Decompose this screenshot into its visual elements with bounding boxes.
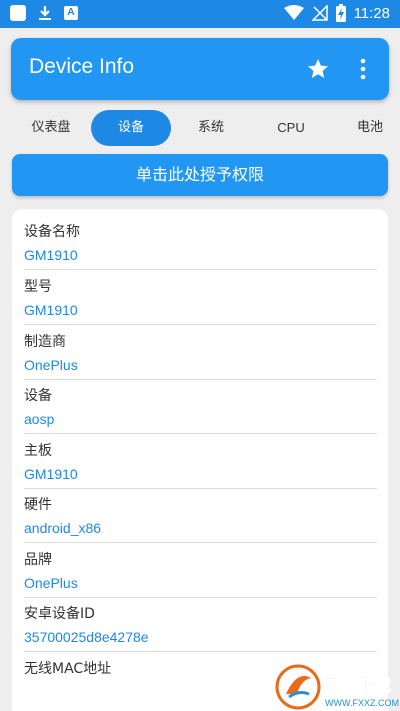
- info-label: 制造商: [24, 334, 66, 350]
- device-info-card: 设备名称 GM1910 型号 GM1910 制造商 OnePlus 设备 aos…: [12, 209, 388, 711]
- grant-permission-button[interactable]: 单击此处授予权限: [12, 154, 388, 196]
- wifi-icon: [283, 5, 304, 20]
- signal-off-icon: [311, 5, 328, 21]
- info-row-board: 主板 GM1910: [24, 434, 377, 489]
- battery-charging-icon: [335, 4, 346, 22]
- info-label: 安卓设备ID: [24, 606, 95, 622]
- tab-system[interactable]: 系统: [176, 110, 246, 146]
- info-value: OnePlus: [24, 357, 78, 373]
- info-label: 硬件: [24, 497, 52, 513]
- info-label: 设备: [24, 388, 52, 404]
- tab-bar: 仪表盘 设备 系统 CPU 电池: [0, 110, 400, 146]
- star-icon[interactable]: [306, 57, 330, 81]
- info-value: GM1910: [24, 466, 78, 482]
- watermark-logo: 飞翔下载 WWW.FXXZ.COM: [275, 664, 399, 710]
- info-row-hardware: 硬件 android_x86: [24, 488, 377, 543]
- info-row-android-id: 安卓设备ID 35700025d8e4278e: [24, 597, 377, 652]
- info-label: 型号: [24, 279, 52, 295]
- info-row-device-name: 设备名称 GM1910: [24, 215, 377, 270]
- svg-text:飞翔下载: 飞翔下载: [323, 675, 391, 696]
- more-vert-icon[interactable]: [355, 57, 371, 81]
- info-row-manufacturer: 制造商 OnePlus: [24, 325, 377, 380]
- app-bar: Device Info: [11, 38, 389, 100]
- app-square-icon: [10, 5, 26, 21]
- app-title: Device Info: [29, 55, 135, 78]
- download-icon: [39, 6, 51, 20]
- info-row-brand: 品牌 OnePlus: [24, 543, 377, 598]
- info-row-device: 设备 aosp: [24, 379, 377, 434]
- info-value: aosp: [24, 411, 55, 427]
- info-row-model: 型号 GM1910: [24, 270, 377, 325]
- tab-cpu[interactable]: CPU: [256, 110, 326, 146]
- tab-dashboard[interactable]: 仪表盘: [14, 110, 88, 146]
- info-value: GM1910: [24, 247, 78, 263]
- info-value: android_x86: [24, 520, 102, 536]
- info-label: 品牌: [24, 552, 52, 568]
- status-bar: A 11:28: [0, 0, 400, 28]
- info-value: OnePlus: [24, 575, 78, 591]
- a-icon: A: [64, 6, 78, 20]
- info-value: 35700025d8e4278e: [24, 629, 149, 645]
- info-label: 无线MAC地址: [24, 661, 112, 677]
- tab-device[interactable]: 设备: [91, 110, 171, 146]
- svg-text:WWW.FXXZ.COM: WWW.FXXZ.COM: [325, 698, 399, 708]
- tab-battery[interactable]: 电池: [340, 110, 400, 146]
- info-label: 主板: [24, 443, 52, 459]
- info-value: GM1910: [24, 302, 78, 318]
- clock: 11:28: [353, 4, 390, 22]
- info-label: 设备名称: [24, 224, 80, 240]
